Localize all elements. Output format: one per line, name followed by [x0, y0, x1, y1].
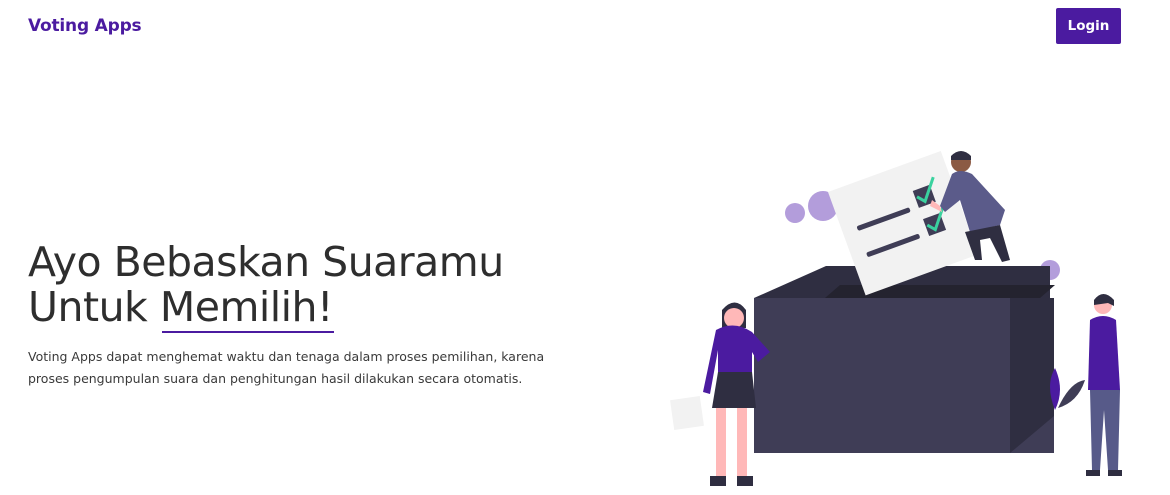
- headline-line-2: Untuk Memilih!: [28, 283, 588, 333]
- login-button[interactable]: Login: [1056, 8, 1121, 44]
- hero-subtitle: Voting Apps dapat menghemat waktu dan te…: [28, 349, 545, 386]
- bubble-small: [785, 203, 805, 223]
- plant-leaves: [1050, 368, 1085, 410]
- hero-section: Ayo Bebaskan Suaramu Untuk Memilih! Voti…: [28, 240, 588, 390]
- man-standing: [1086, 294, 1122, 476]
- ballot-box: [754, 266, 1055, 453]
- brand-logo[interactable]: Voting Apps: [28, 16, 142, 36]
- ballot-box-voting-illustration: [670, 150, 1122, 486]
- navbar: Voting Apps Login: [0, 0, 1170, 54]
- headline-prefix: Untuk: [28, 283, 160, 331]
- hero-headline: Ayo Bebaskan Suaramu Untuk Memilih!: [28, 238, 588, 333]
- headline-line-1: Ayo Bebaskan Suaramu: [28, 238, 504, 286]
- headline-highlight: Memilih!: [159, 283, 335, 333]
